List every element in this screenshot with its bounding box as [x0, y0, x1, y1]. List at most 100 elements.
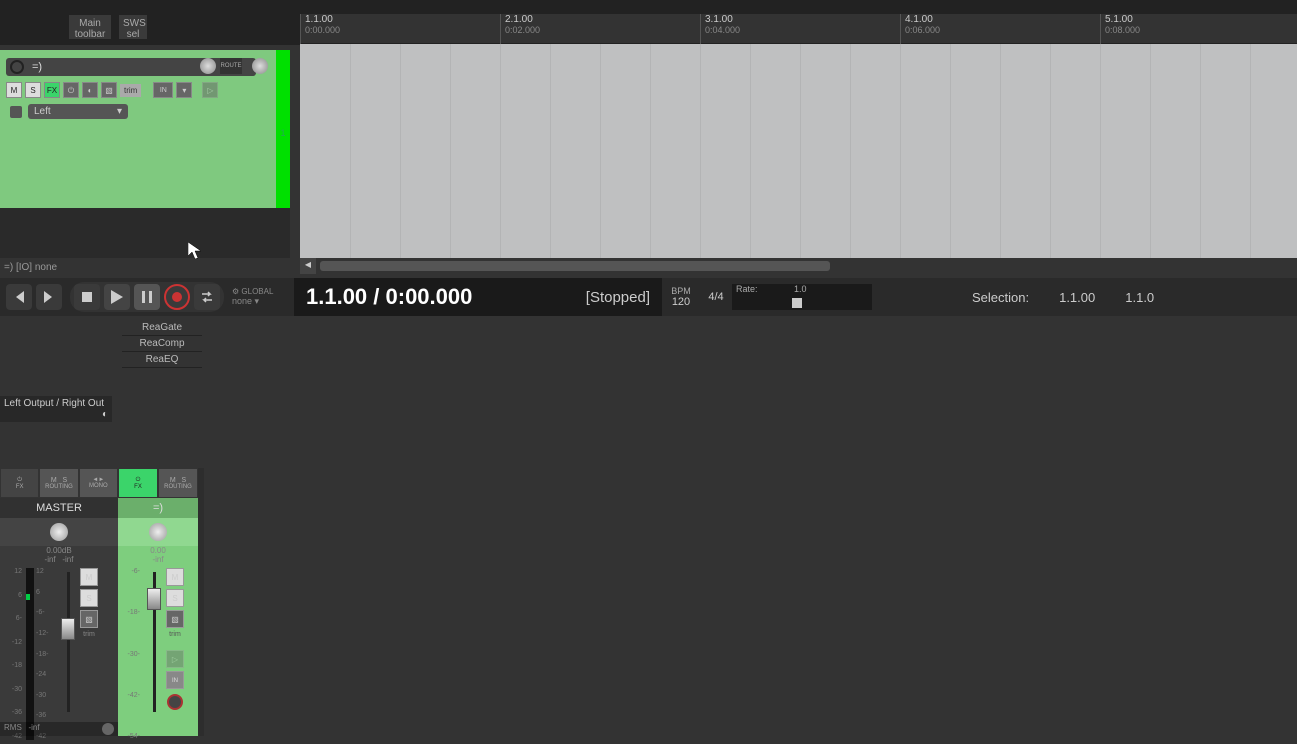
monitor-button[interactable]: ▷: [166, 650, 184, 668]
selection-label: Selection:: [972, 290, 1029, 305]
ruler-bar: 3.1.00: [705, 14, 740, 25]
mouse-cursor-icon: [188, 242, 202, 260]
rate-slider[interactable]: [792, 298, 802, 308]
bpm-display[interactable]: BPM 120: [662, 286, 700, 308]
track-env-button[interactable]: ▧: [166, 610, 184, 628]
route-button[interactable]: ROUTE: [220, 58, 242, 74]
fx-item[interactable]: ReaGate: [122, 320, 202, 336]
master-mono-button[interactable]: ◄►MONO: [79, 468, 118, 498]
track-inf: -inf: [152, 555, 163, 564]
master-name-label: MASTER: [0, 498, 118, 518]
timeline-ruler[interactable]: 1.1.000:00.000 2.1.000:02.000 3.1.000:04…: [300, 14, 1297, 44]
ruler-time: 0:04.000: [705, 25, 740, 35]
input-fx-button[interactable]: IN▾: [166, 671, 184, 689]
transport-state: [Stopped]: [586, 289, 650, 306]
mute-button[interactable]: M: [6, 82, 22, 98]
stop-button[interactable]: [74, 284, 100, 310]
track-routing-button[interactable]: M SROUTING: [158, 468, 198, 498]
master-mute-button[interactable]: M: [80, 568, 98, 586]
fx-bypass-button[interactable]: ⏻: [63, 82, 79, 98]
master-solo-button[interactable]: S: [80, 589, 98, 607]
env-button[interactable]: ▧: [101, 82, 117, 98]
global-label: GLOBAL: [241, 287, 273, 296]
monitor-button[interactable]: ▾: [176, 82, 192, 98]
master-fx-button[interactable]: ⏻FX: [0, 468, 39, 498]
track-meter-scale: -6- -18- -30- -42- -54-: [122, 568, 142, 740]
ruler-bar: 4.1.00: [905, 14, 940, 25]
track-mute-button[interactable]: M: [166, 568, 184, 586]
send-output-label[interactable]: Left Output / Right Out ◐: [0, 396, 112, 422]
fx-button[interactable]: FX: [44, 82, 60, 98]
global-automation[interactable]: ⚙ GLOBAL none ▾: [232, 287, 282, 307]
tab-label: SWS: [123, 18, 146, 29]
ruler-time: 0:00.000: [305, 25, 340, 35]
ruler-time: 0:06.000: [905, 25, 940, 35]
bpm-label: BPM: [662, 286, 700, 296]
pause-button[interactable]: [134, 284, 160, 310]
trim-label: trim: [166, 631, 184, 638]
ruler-bar: 2.1.00: [505, 14, 540, 25]
track-control-panel[interactable]: 1 =) ROUTE M S FX ⏻ ◐ ▧ trim IN ▾ ▷ Left…: [0, 50, 276, 208]
gear-icon[interactable]: [102, 723, 114, 735]
horizontal-scrollbar[interactable]: ◀: [300, 258, 1297, 274]
master-routing-button[interactable]: M SROUTING: [39, 468, 78, 498]
record-button[interactable]: [164, 284, 190, 310]
record-mode-button[interactable]: ▷: [202, 82, 218, 98]
mixer-panel: ⏻FX M SROUTING ◄►MONO MASTER 0.00dB -inf…: [0, 468, 204, 736]
track-pan-knob[interactable]: [149, 523, 167, 541]
chevron-down-icon: ▾: [117, 106, 122, 117]
volume-knob[interactable]: [200, 58, 216, 74]
track-db: 0.00: [150, 546, 166, 555]
track-solo-button[interactable]: S: [166, 589, 184, 607]
scrollbar-thumb[interactable]: [320, 261, 830, 271]
track-mixer-name[interactable]: =): [118, 498, 198, 518]
pan-knob[interactable]: [252, 58, 268, 74]
play-button[interactable]: [104, 284, 130, 310]
track-fader[interactable]: [144, 568, 164, 740]
fx-chain-list: ReaGate ReaComp ReaEQ: [122, 320, 202, 368]
track-name-field[interactable]: =): [28, 61, 138, 73]
rate-value: 1.0: [794, 284, 807, 294]
selection-end[interactable]: 1.1.0: [1125, 290, 1154, 305]
solo-button[interactable]: S: [25, 82, 41, 98]
ruler-bar: 5.1.00: [1105, 14, 1140, 25]
input-selector[interactable]: Left ▾: [28, 104, 128, 119]
go-to-end-button[interactable]: [36, 284, 62, 310]
fx-item[interactable]: ReaEQ: [122, 352, 202, 368]
selection-start[interactable]: 1.1.00: [1059, 290, 1095, 305]
repeat-button[interactable]: [194, 284, 220, 310]
master-inf: -inf: [62, 555, 73, 564]
meter-scale-right: 126 -6--12- -18--24 -30-36 -42: [36, 568, 56, 740]
master-db: 0.00dB: [46, 546, 71, 555]
empty-tcp-area[interactable]: [0, 208, 290, 258]
input-icon: [10, 106, 22, 118]
phase-button[interactable]: ◐: [82, 82, 98, 98]
master-pan-knob[interactable]: [50, 523, 68, 541]
sws-sel-tab[interactable]: SWS sel: [118, 14, 148, 40]
input-fx-button[interactable]: IN: [153, 82, 173, 98]
meter-scale-left: 126 6--12 -18-30 -36-42: [4, 568, 24, 740]
arrange-view[interactable]: [300, 44, 1297, 258]
send-text: Left Output / Right Out: [4, 398, 104, 409]
rms-label: RMS: [4, 723, 22, 732]
go-to-start-button[interactable]: [6, 284, 32, 310]
input-label: Left: [34, 106, 51, 117]
transport-bar: ⚙ GLOBAL none ▾ 1.1.00 / 0:00.000 [Stopp…: [0, 278, 1297, 316]
transport-position[interactable]: 1.1.00 / 0:00.000: [306, 284, 472, 310]
main-toolbar-tab[interactable]: Main toolbar: [68, 14, 112, 40]
record-arm-button[interactable]: [167, 694, 183, 710]
master-fader[interactable]: [58, 568, 78, 740]
track-fx-button[interactable]: ⏻FX: [118, 468, 158, 498]
send-knob-icon: ◐: [102, 409, 108, 420]
time-signature[interactable]: 4/4: [700, 291, 732, 303]
global-mode: none: [232, 296, 252, 306]
fx-item[interactable]: ReaComp: [122, 336, 202, 352]
ruler-bar: 1.1.00: [305, 14, 340, 25]
trim-label[interactable]: trim: [120, 84, 141, 97]
scroll-left-button[interactable]: ◀: [300, 258, 316, 274]
track-status-label: =) [IO] none: [0, 260, 61, 275]
track-number[interactable]: 1: [276, 50, 290, 208]
playback-rate[interactable]: Rate: 1.0: [732, 284, 872, 310]
record-arm-button[interactable]: [10, 60, 24, 74]
master-env-button[interactable]: ▧: [80, 610, 98, 628]
